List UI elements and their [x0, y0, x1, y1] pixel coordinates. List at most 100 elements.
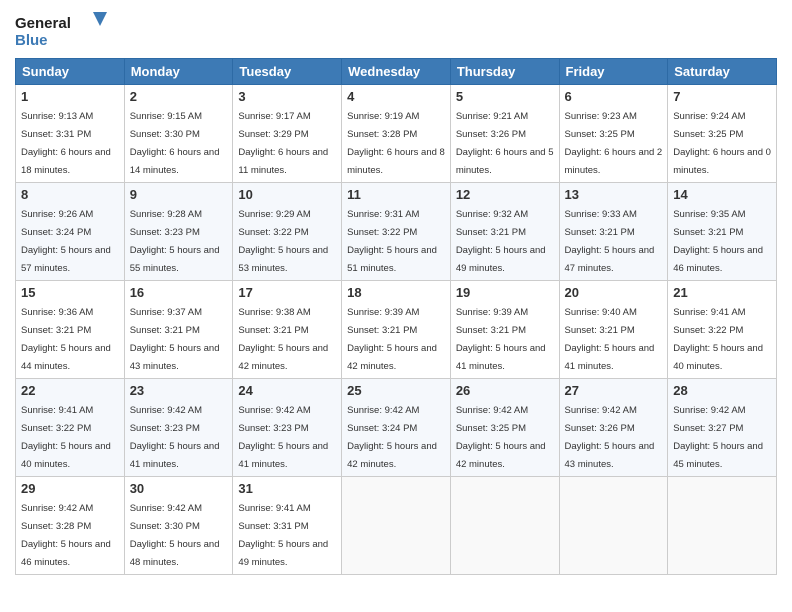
day-info: Sunrise: 9:15 AMSunset: 3:30 PMDaylight:… [130, 111, 220, 176]
day-info: Sunrise: 9:33 AMSunset: 3:21 PMDaylight:… [565, 209, 655, 274]
day-number: 10 [238, 187, 336, 202]
calendar-cell: 24 Sunrise: 9:42 AMSunset: 3:23 PMDaylig… [233, 379, 342, 477]
weekday-header-monday: Monday [124, 59, 233, 85]
calendar-cell: 28 Sunrise: 9:42 AMSunset: 3:27 PMDaylig… [668, 379, 777, 477]
day-info: Sunrise: 9:41 AMSunset: 3:22 PMDaylight:… [673, 307, 763, 372]
day-info: Sunrise: 9:35 AMSunset: 3:21 PMDaylight:… [673, 209, 763, 274]
calendar-cell: 13 Sunrise: 9:33 AMSunset: 3:21 PMDaylig… [559, 183, 668, 281]
day-info: Sunrise: 9:13 AMSunset: 3:31 PMDaylight:… [21, 111, 111, 176]
day-info: Sunrise: 9:42 AMSunset: 3:26 PMDaylight:… [565, 405, 655, 470]
day-info: Sunrise: 9:29 AMSunset: 3:22 PMDaylight:… [238, 209, 328, 274]
day-info: Sunrise: 9:32 AMSunset: 3:21 PMDaylight:… [456, 209, 546, 274]
day-info: Sunrise: 9:36 AMSunset: 3:21 PMDaylight:… [21, 307, 111, 372]
calendar-week-row: 22 Sunrise: 9:41 AMSunset: 3:22 PMDaylig… [16, 379, 777, 477]
calendar-cell: 11 Sunrise: 9:31 AMSunset: 3:22 PMDaylig… [342, 183, 451, 281]
logo-svg: General Blue [15, 10, 110, 52]
day-info: Sunrise: 9:42 AMSunset: 3:27 PMDaylight:… [673, 405, 763, 470]
day-info: Sunrise: 9:42 AMSunset: 3:24 PMDaylight:… [347, 405, 437, 470]
calendar-cell: 23 Sunrise: 9:42 AMSunset: 3:23 PMDaylig… [124, 379, 233, 477]
calendar-cell: 3 Sunrise: 9:17 AMSunset: 3:29 PMDayligh… [233, 85, 342, 183]
weekday-header-friday: Friday [559, 59, 668, 85]
weekday-header-tuesday: Tuesday [233, 59, 342, 85]
day-number: 25 [347, 383, 445, 398]
logo: General Blue [15, 10, 110, 52]
day-info: Sunrise: 9:42 AMSunset: 3:25 PMDaylight:… [456, 405, 546, 470]
day-number: 19 [456, 285, 554, 300]
calendar-cell [559, 477, 668, 575]
page: General Blue SundayMondayTuesdayWednesda… [0, 0, 792, 612]
calendar-cell: 17 Sunrise: 9:38 AMSunset: 3:21 PMDaylig… [233, 281, 342, 379]
day-info: Sunrise: 9:42 AMSunset: 3:30 PMDaylight:… [130, 503, 220, 568]
calendar-week-row: 8 Sunrise: 9:26 AMSunset: 3:24 PMDayligh… [16, 183, 777, 281]
calendar-week-row: 29 Sunrise: 9:42 AMSunset: 3:28 PMDaylig… [16, 477, 777, 575]
calendar-cell: 9 Sunrise: 9:28 AMSunset: 3:23 PMDayligh… [124, 183, 233, 281]
day-info: Sunrise: 9:17 AMSunset: 3:29 PMDaylight:… [238, 111, 328, 176]
day-number: 22 [21, 383, 119, 398]
weekday-header-row: SundayMondayTuesdayWednesdayThursdayFrid… [16, 59, 777, 85]
day-info: Sunrise: 9:21 AMSunset: 3:26 PMDaylight:… [456, 111, 554, 176]
calendar-cell: 29 Sunrise: 9:42 AMSunset: 3:28 PMDaylig… [16, 477, 125, 575]
day-number: 21 [673, 285, 771, 300]
svg-text:General: General [15, 15, 71, 32]
calendar-cell: 27 Sunrise: 9:42 AMSunset: 3:26 PMDaylig… [559, 379, 668, 477]
calendar-cell: 25 Sunrise: 9:42 AMSunset: 3:24 PMDaylig… [342, 379, 451, 477]
day-info: Sunrise: 9:41 AMSunset: 3:22 PMDaylight:… [21, 405, 111, 470]
day-info: Sunrise: 9:37 AMSunset: 3:21 PMDaylight:… [130, 307, 220, 372]
calendar-cell: 19 Sunrise: 9:39 AMSunset: 3:21 PMDaylig… [450, 281, 559, 379]
calendar-cell: 7 Sunrise: 9:24 AMSunset: 3:25 PMDayligh… [668, 85, 777, 183]
day-number: 28 [673, 383, 771, 398]
day-info: Sunrise: 9:42 AMSunset: 3:23 PMDaylight:… [238, 405, 328, 470]
calendar-cell: 18 Sunrise: 9:39 AMSunset: 3:21 PMDaylig… [342, 281, 451, 379]
calendar-cell: 1 Sunrise: 9:13 AMSunset: 3:31 PMDayligh… [16, 85, 125, 183]
day-number: 5 [456, 89, 554, 104]
day-number: 4 [347, 89, 445, 104]
day-info: Sunrise: 9:39 AMSunset: 3:21 PMDaylight:… [347, 307, 437, 372]
day-number: 18 [347, 285, 445, 300]
calendar-cell: 21 Sunrise: 9:41 AMSunset: 3:22 PMDaylig… [668, 281, 777, 379]
calendar-cell: 26 Sunrise: 9:42 AMSunset: 3:25 PMDaylig… [450, 379, 559, 477]
calendar-cell [668, 477, 777, 575]
calendar-week-row: 1 Sunrise: 9:13 AMSunset: 3:31 PMDayligh… [16, 85, 777, 183]
day-number: 1 [21, 89, 119, 104]
weekday-header-sunday: Sunday [16, 59, 125, 85]
weekday-header-thursday: Thursday [450, 59, 559, 85]
calendar-cell: 15 Sunrise: 9:36 AMSunset: 3:21 PMDaylig… [16, 281, 125, 379]
day-info: Sunrise: 9:42 AMSunset: 3:23 PMDaylight:… [130, 405, 220, 470]
day-info: Sunrise: 9:40 AMSunset: 3:21 PMDaylight:… [565, 307, 655, 372]
weekday-header-wednesday: Wednesday [342, 59, 451, 85]
calendar-cell: 31 Sunrise: 9:41 AMSunset: 3:31 PMDaylig… [233, 477, 342, 575]
day-info: Sunrise: 9:26 AMSunset: 3:24 PMDaylight:… [21, 209, 111, 274]
calendar-week-row: 15 Sunrise: 9:36 AMSunset: 3:21 PMDaylig… [16, 281, 777, 379]
calendar-cell: 6 Sunrise: 9:23 AMSunset: 3:25 PMDayligh… [559, 85, 668, 183]
day-info: Sunrise: 9:24 AMSunset: 3:25 PMDaylight:… [673, 111, 771, 176]
day-number: 15 [21, 285, 119, 300]
day-number: 11 [347, 187, 445, 202]
day-number: 23 [130, 383, 228, 398]
day-number: 20 [565, 285, 663, 300]
calendar-cell [342, 477, 451, 575]
day-number: 8 [21, 187, 119, 202]
calendar-cell: 12 Sunrise: 9:32 AMSunset: 3:21 PMDaylig… [450, 183, 559, 281]
day-number: 7 [673, 89, 771, 104]
weekday-header-saturday: Saturday [668, 59, 777, 85]
calendar-cell: 14 Sunrise: 9:35 AMSunset: 3:21 PMDaylig… [668, 183, 777, 281]
day-number: 16 [130, 285, 228, 300]
day-info: Sunrise: 9:28 AMSunset: 3:23 PMDaylight:… [130, 209, 220, 274]
day-number: 17 [238, 285, 336, 300]
day-info: Sunrise: 9:19 AMSunset: 3:28 PMDaylight:… [347, 111, 445, 176]
day-number: 29 [21, 481, 119, 496]
calendar-cell: 22 Sunrise: 9:41 AMSunset: 3:22 PMDaylig… [16, 379, 125, 477]
day-info: Sunrise: 9:23 AMSunset: 3:25 PMDaylight:… [565, 111, 663, 176]
day-number: 31 [238, 481, 336, 496]
day-number: 14 [673, 187, 771, 202]
header: General Blue [15, 10, 777, 52]
day-number: 13 [565, 187, 663, 202]
day-info: Sunrise: 9:41 AMSunset: 3:31 PMDaylight:… [238, 503, 328, 568]
day-number: 9 [130, 187, 228, 202]
day-number: 6 [565, 89, 663, 104]
day-info: Sunrise: 9:39 AMSunset: 3:21 PMDaylight:… [456, 307, 546, 372]
calendar-cell: 10 Sunrise: 9:29 AMSunset: 3:22 PMDaylig… [233, 183, 342, 281]
calendar-cell: 5 Sunrise: 9:21 AMSunset: 3:26 PMDayligh… [450, 85, 559, 183]
day-number: 30 [130, 481, 228, 496]
calendar-cell: 4 Sunrise: 9:19 AMSunset: 3:28 PMDayligh… [342, 85, 451, 183]
